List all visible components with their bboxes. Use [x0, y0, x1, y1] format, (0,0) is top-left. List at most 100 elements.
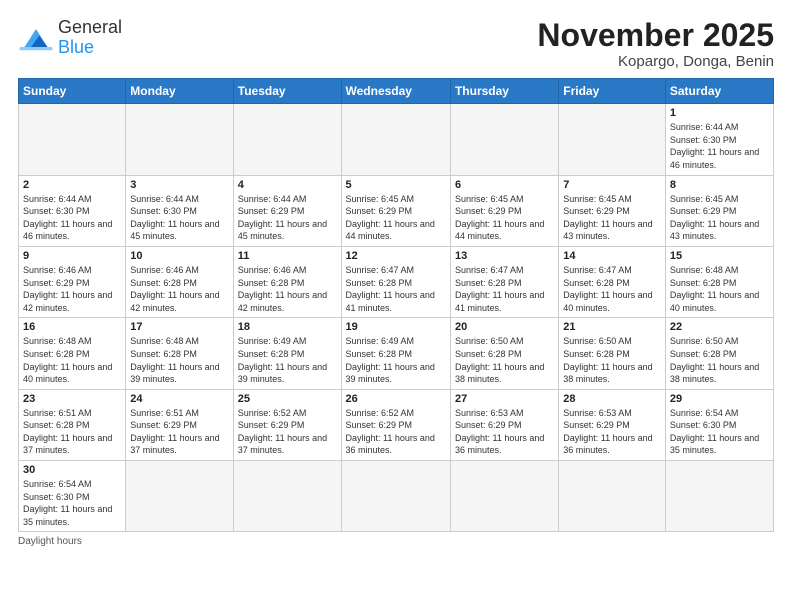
- calendar-cell: 25 Sunrise: 6:52 AMSunset: 6:29 PMDayligh…: [233, 389, 341, 460]
- footer: Daylight hours: [18, 536, 774, 547]
- day-info: Sunrise: 6:47 AMSunset: 6:28 PMDaylight:…: [563, 264, 661, 314]
- week-row-2: 9Sunrise: 6:46 AMSunset: 6:29 PMDaylight…: [19, 246, 774, 317]
- day-number: 16: [23, 321, 121, 333]
- day-number: 20: [455, 321, 554, 333]
- day-number: 6: [455, 179, 554, 191]
- calendar-cell: 4 Sunrise: 6:44 AMSunset: 6:29 PMDaylight…: [233, 175, 341, 246]
- day-number: 8: [670, 179, 769, 191]
- calendar-cell: [450, 104, 558, 175]
- day-info: Sunrise: 6:49 AMSunset: 6:28 PMDaylight:…: [238, 335, 337, 385]
- day-number: 19: [346, 321, 446, 333]
- calendar-cell: 11Sunrise: 6:46 AMSunset: 6:28 PMDayligh…: [233, 246, 341, 317]
- calendar-cell: 9Sunrise: 6:46 AMSunset: 6:29 PMDaylight…: [19, 246, 126, 317]
- calendar-cell: [233, 461, 341, 532]
- day-info: Sunrise: 6:46 AMSunset: 6:28 PMDaylight:…: [130, 264, 228, 314]
- calendar-cell: 3 Sunrise: 6:44 AMSunset: 6:30 PMDaylight…: [126, 175, 233, 246]
- day-info: Sunrise: 6:51 AMSunset: 6:29 PMDaylight:…: [130, 407, 228, 457]
- day-info: Sunrise: 6:44 AMSunset: 6:29 PMDaylight:…: [238, 193, 337, 243]
- calendar-cell: 13 Sunrise: 6:47 AMSunset: 6:28 PMDayligh…: [450, 246, 558, 317]
- calendar-cell: 22 Sunrise: 6:50 AMSunset: 6:28 PMDayligh…: [665, 318, 773, 389]
- logo-icon: [18, 24, 54, 52]
- day-info: Sunrise: 6:48 AMSunset: 6:28 PMDaylight:…: [23, 335, 121, 385]
- day-of-week-thursday: Thursday: [450, 79, 558, 104]
- calendar: SundayMondayTuesdayWednesdayThursdayFrid…: [18, 78, 774, 532]
- calendar-cell: 26Sunrise: 6:52 AMSunset: 6:29 PMDayligh…: [341, 389, 450, 460]
- week-row-5: 30Sunrise: 6:54 AMSunset: 6:30 PMDayligh…: [19, 461, 774, 532]
- day-info: Sunrise: 6:53 AMSunset: 6:29 PMDaylight:…: [563, 407, 661, 457]
- day-info: Sunrise: 6:54 AMSunset: 6:30 PMDaylight:…: [670, 407, 769, 457]
- footer-label: Daylight hours: [18, 536, 82, 547]
- logo: General Blue: [18, 18, 122, 58]
- day-info: Sunrise: 6:52 AMSunset: 6:29 PMDaylight:…: [238, 407, 337, 457]
- month-title: November 2025: [537, 18, 774, 53]
- calendar-cell: 17Sunrise: 6:48 AMSunset: 6:28 PMDayligh…: [126, 318, 233, 389]
- day-number: 28: [563, 393, 661, 405]
- day-of-week-friday: Friday: [559, 79, 666, 104]
- calendar-cell: 5 Sunrise: 6:45 AMSunset: 6:29 PMDaylight…: [341, 175, 450, 246]
- logo-general: General: [58, 17, 122, 37]
- day-info: Sunrise: 6:51 AMSunset: 6:28 PMDaylight:…: [23, 407, 121, 457]
- day-number: 21: [563, 321, 661, 333]
- day-number: 5: [346, 179, 446, 191]
- day-info: Sunrise: 6:54 AMSunset: 6:30 PMDaylight:…: [23, 478, 121, 528]
- calendar-cell: [19, 104, 126, 175]
- day-info: Sunrise: 6:50 AMSunset: 6:28 PMDaylight:…: [670, 335, 769, 385]
- calendar-cell: 19Sunrise: 6:49 AMSunset: 6:28 PMDayligh…: [341, 318, 450, 389]
- page: General Blue November 2025 Kopargo, Dong…: [0, 0, 792, 612]
- logo-blue: Blue: [58, 37, 94, 57]
- day-number: 3: [130, 179, 228, 191]
- day-number: 4: [238, 179, 337, 191]
- calendar-cell: 27Sunrise: 6:53 AMSunset: 6:29 PMDayligh…: [450, 389, 558, 460]
- calendar-cell: [559, 104, 666, 175]
- day-of-week-wednesday: Wednesday: [341, 79, 450, 104]
- day-info: Sunrise: 6:47 AMSunset: 6:28 PMDaylight:…: [346, 264, 446, 314]
- calendar-cell: [126, 461, 233, 532]
- calendar-cell: 29 Sunrise: 6:54 AMSunset: 6:30 PMDayligh…: [665, 389, 773, 460]
- day-number: 11: [238, 250, 337, 262]
- calendar-cell: 24Sunrise: 6:51 AMSunset: 6:29 PMDayligh…: [126, 389, 233, 460]
- calendar-cell: 18 Sunrise: 6:49 AMSunset: 6:28 PMDayligh…: [233, 318, 341, 389]
- day-number: 25: [238, 393, 337, 405]
- week-row-0: 1Sunrise: 6:44 AMSunset: 6:30 PMDaylight…: [19, 104, 774, 175]
- day-info: Sunrise: 6:47 AMSunset: 6:28 PMDaylight:…: [455, 264, 554, 314]
- day-number: 13: [455, 250, 554, 262]
- day-info: Sunrise: 6:45 AMSunset: 6:29 PMDaylight:…: [670, 193, 769, 243]
- day-info: Sunrise: 6:44 AMSunset: 6:30 PMDaylight:…: [670, 121, 769, 171]
- day-number: 12: [346, 250, 446, 262]
- calendar-cell: 8 Sunrise: 6:45 AMSunset: 6:29 PMDaylight…: [665, 175, 773, 246]
- location: Kopargo, Donga, Benin: [537, 53, 774, 70]
- week-row-3: 16 Sunrise: 6:48 AMSunset: 6:28 PMDayligh…: [19, 318, 774, 389]
- calendar-header-row: SundayMondayTuesdayWednesdayThursdayFrid…: [19, 79, 774, 104]
- day-info: Sunrise: 6:44 AMSunset: 6:30 PMDaylight:…: [130, 193, 228, 243]
- day-number: 14: [563, 250, 661, 262]
- week-row-4: 23 Sunrise: 6:51 AMSunset: 6:28 PMDayligh…: [19, 389, 774, 460]
- calendar-cell: 7Sunrise: 6:45 AMSunset: 6:29 PMDaylight…: [559, 175, 666, 246]
- calendar-cell: 2 Sunrise: 6:44 AMSunset: 6:30 PMDaylight…: [19, 175, 126, 246]
- calendar-cell: 6 Sunrise: 6:45 AMSunset: 6:29 PMDaylight…: [450, 175, 558, 246]
- day-number: 29: [670, 393, 769, 405]
- calendar-cell: 28 Sunrise: 6:53 AMSunset: 6:29 PMDayligh…: [559, 389, 666, 460]
- calendar-cell: 30Sunrise: 6:54 AMSunset: 6:30 PMDayligh…: [19, 461, 126, 532]
- day-info: Sunrise: 6:50 AMSunset: 6:28 PMDaylight:…: [563, 335, 661, 385]
- calendar-cell: 12 Sunrise: 6:47 AMSunset: 6:28 PMDayligh…: [341, 246, 450, 317]
- calendar-cell: [559, 461, 666, 532]
- day-info: Sunrise: 6:44 AMSunset: 6:30 PMDaylight:…: [23, 193, 121, 243]
- day-info: Sunrise: 6:45 AMSunset: 6:29 PMDaylight:…: [346, 193, 446, 243]
- day-number: 18: [238, 321, 337, 333]
- calendar-cell: [126, 104, 233, 175]
- calendar-cell: 14 Sunrise: 6:47 AMSunset: 6:28 PMDayligh…: [559, 246, 666, 317]
- calendar-cell: [450, 461, 558, 532]
- day-number: 22: [670, 321, 769, 333]
- day-number: 15: [670, 250, 769, 262]
- calendar-cell: 20Sunrise: 6:50 AMSunset: 6:28 PMDayligh…: [450, 318, 558, 389]
- calendar-cell: [665, 461, 773, 532]
- day-info: Sunrise: 6:45 AMSunset: 6:29 PMDaylight:…: [563, 193, 661, 243]
- day-info: Sunrise: 6:45 AMSunset: 6:29 PMDaylight:…: [455, 193, 554, 243]
- calendar-cell: [233, 104, 341, 175]
- day-info: Sunrise: 6:48 AMSunset: 6:28 PMDaylight:…: [130, 335, 228, 385]
- day-number: 23: [23, 393, 121, 405]
- calendar-cell: 23 Sunrise: 6:51 AMSunset: 6:28 PMDayligh…: [19, 389, 126, 460]
- day-number: 2: [23, 179, 121, 191]
- logo-text: General Blue: [58, 18, 122, 58]
- day-number: 27: [455, 393, 554, 405]
